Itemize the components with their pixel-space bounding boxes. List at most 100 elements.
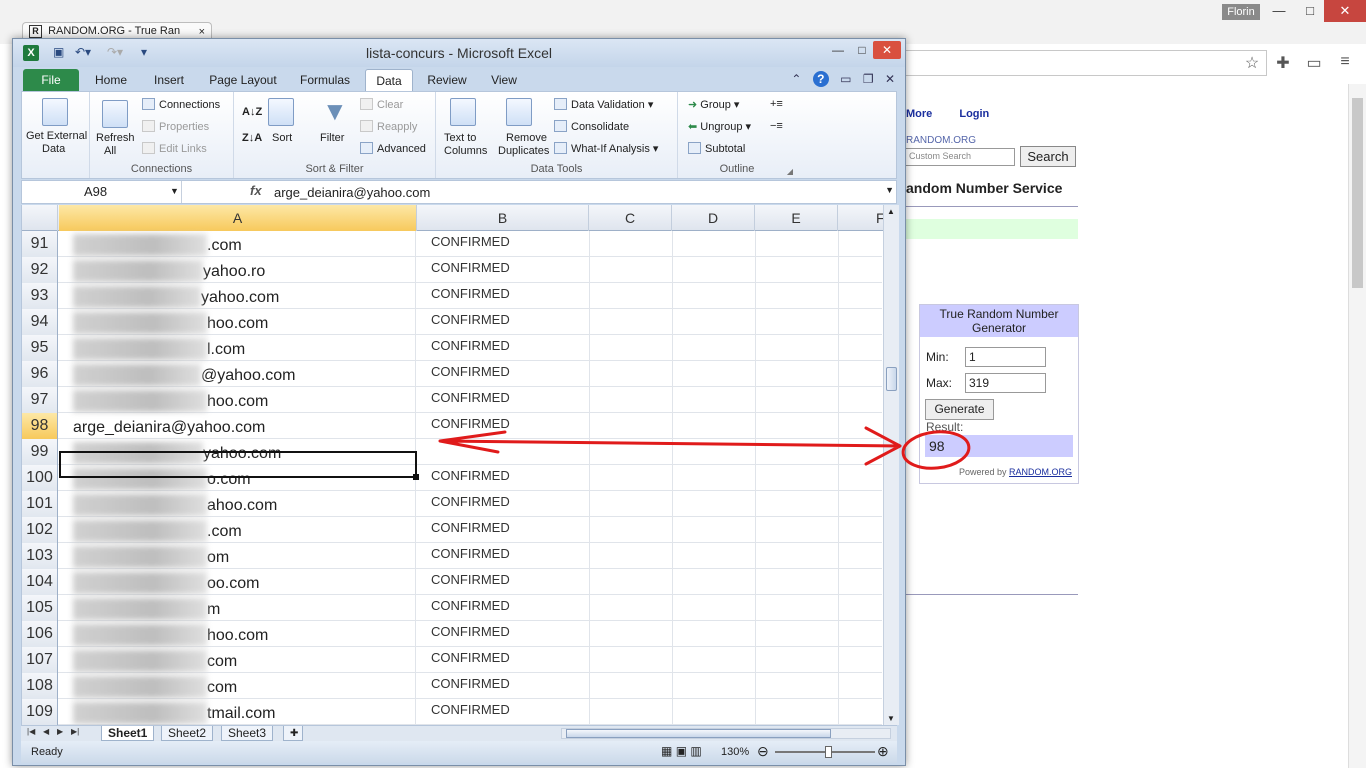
zoom-out-icon[interactable]: ⊖ [757,743,769,760]
sort-label[interactable]: Sort [272,132,292,144]
remove-duplicates-icon[interactable] [506,98,532,126]
generate-button[interactable]: Generate [925,399,994,420]
get-external-label[interactable]: Get External [26,130,87,142]
row-header[interactable]: 95 [22,335,58,361]
zoom-slider-knob[interactable] [825,746,832,758]
normal-view-icon[interactable]: ▦ [661,744,672,758]
cell-b[interactable]: CONFIRMED [431,309,510,331]
outline-dialog-launcher-icon[interactable]: ◢ [787,167,793,176]
cast-icon[interactable]: ▭ [1303,53,1325,73]
excel-minimize-button[interactable]: — [827,41,849,59]
next-sheet-icon[interactable]: ▶ [57,727,63,736]
sheet-tab-sheet3[interactable]: Sheet3 [221,726,274,741]
cell-b[interactable]: CONFIRMED [431,387,510,409]
show-detail-icon[interactable]: +≡ [770,98,783,110]
cell-b[interactable]: CONFIRMED [431,673,510,695]
tab-data[interactable]: Data [365,69,413,91]
close-button[interactable]: ✕ [1324,0,1366,22]
cell-a[interactable]: arge_deianira@yahoo.com [59,413,416,439]
cell-a[interactable]: .com [59,517,416,543]
excel-close-button[interactable]: ✕ [873,41,901,59]
cell-a[interactable]: @yahoo.com [59,361,416,387]
sort-az-icon[interactable]: A↓Z [242,106,262,118]
cell-a[interactable]: ahoo.com [59,491,416,517]
what-if-button[interactable]: What-If Analysis ▾ [554,142,658,155]
cell-a[interactable]: com [59,647,416,673]
edit-links-button[interactable]: Edit Links [142,142,207,155]
advanced-button[interactable]: Advanced [360,142,426,155]
sort-za-icon[interactable]: Z↓A [242,132,262,144]
cell-b[interactable]: CONFIRMED [431,465,510,487]
cell-b[interactable]: CONFIRMED [431,621,510,643]
tab-close-icon[interactable]: × [199,26,205,38]
cell-a[interactable]: .com [59,231,416,257]
tab-review[interactable]: Review [417,69,477,91]
clear-button[interactable]: Clear [360,98,403,111]
maximize-button[interactable]: □ [1296,0,1324,22]
tab-formulas[interactable]: Formulas [289,69,361,91]
ungroup-button[interactable]: ⬅ Ungroup ▾ [688,120,751,133]
close-workbook-icon[interactable]: ✕ [885,72,895,86]
cell-b[interactable]: CONFIRMED [431,491,510,513]
hide-detail-icon[interactable]: −≡ [770,120,783,132]
cell-a[interactable]: yahoo.ro [59,257,416,283]
row-header[interactable]: 102 [22,517,58,543]
column-header-c[interactable]: C [589,205,672,231]
row-header[interactable]: 94 [22,309,58,335]
filter-icon[interactable]: ▼ [322,96,348,127]
restore-down-icon[interactable]: ❐ [863,72,874,86]
cell-a[interactable]: hoo.com [59,621,416,647]
subtotal-button[interactable]: Subtotal [688,142,745,155]
scroll-up-icon[interactable]: ▲ [887,207,895,216]
tab-home[interactable]: Home [85,69,137,91]
refresh-label[interactable]: Refresh [96,132,135,144]
row-header[interactable]: 105 [22,595,58,621]
filter-label[interactable]: Filter [320,132,344,144]
remove-label[interactable]: Remove [506,132,547,144]
row-header[interactable]: 104 [22,569,58,595]
tab-view[interactable]: View [479,69,529,91]
cell-a[interactable]: com [59,673,416,699]
cell-b[interactable]: CONFIRMED [431,647,510,669]
row-header[interactable]: 103 [22,543,58,569]
row-header[interactable]: 101 [22,491,58,517]
cell-b[interactable]: CONFIRMED [431,569,510,591]
tab-insert[interactable]: Insert [141,69,197,91]
spreadsheet-grid[interactable]: A B C D E F 91 .com CONFIRMED 92 yahoo.ro CON… [21,205,897,725]
row-header[interactable]: 93 [22,283,58,309]
row-header[interactable]: 106 [22,621,58,647]
ribbon-collapse-icon[interactable]: ⌃ [791,72,801,86]
fill-handle[interactable] [413,474,419,480]
zoom-in-icon[interactable]: ⊕ [877,743,889,760]
column-header-a[interactable]: A [59,205,417,231]
row-header[interactable]: 108 [22,673,58,699]
page-scrollbar[interactable] [1348,84,1366,768]
cell-b[interactable]: CONFIRMED [431,413,510,435]
minimize-button[interactable]: — [1262,0,1296,22]
extension-icon[interactable]: ✚ [1272,53,1294,73]
row-header[interactable]: 109 [22,699,58,725]
nav-more-link[interactable]: More [906,108,932,120]
row-header[interactable]: 97 [22,387,58,413]
text-to-columns-icon[interactable] [450,98,476,126]
column-header-b[interactable]: B [417,205,589,231]
insert-sheet-icon[interactable]: ✚ [283,726,303,741]
cell-a[interactable]: oo.com [59,569,416,595]
row-header[interactable]: 92 [22,257,58,283]
help-icon[interactable]: ? [812,71,829,87]
tab-page-layout[interactable]: Page Layout [201,69,285,91]
cell-b[interactable]: CONFIRMED [431,231,510,253]
cell-b[interactable]: CONFIRMED [431,543,510,565]
cell-a[interactable]: hoo.com [59,309,416,335]
scroll-down-icon[interactable]: ▼ [887,714,895,723]
cell-a[interactable]: tmail.com [59,699,416,725]
first-sheet-icon[interactable]: |◀ [27,727,35,736]
page-layout-view-icon[interactable]: ▣ [676,744,687,758]
cell-b[interactable]: CONFIRMED [431,361,510,383]
name-box-dropdown-icon[interactable]: ▼ [170,186,179,196]
row-header[interactable]: 96 [22,361,58,387]
tab-file[interactable]: File [23,69,79,91]
search-button[interactable]: Search [1020,146,1076,167]
horizontal-scrollbar[interactable] [561,728,891,739]
name-box[interactable]: A98 [22,181,182,203]
